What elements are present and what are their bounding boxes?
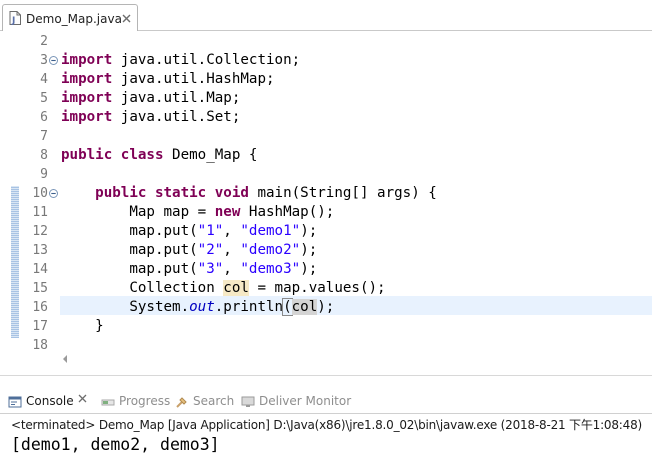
keyword: import — [61, 90, 113, 106]
code-text: HashMap(); — [240, 204, 335, 220]
code-line: public static void main(String[] args) { — [61, 184, 437, 203]
line-number: 18 — [32, 338, 48, 353]
code-line: Collection col = map.values(); — [61, 279, 386, 298]
close-icon[interactable] — [77, 393, 88, 404]
code-line: map.put("3", "demo3"); — [61, 260, 317, 279]
search-icon — [176, 397, 187, 408]
code-text: = map.values(); — [248, 280, 386, 296]
line-number: 10 — [32, 186, 48, 201]
code-line: map.put("2", "demo2"); — [61, 241, 317, 260]
line-number: 3 — [40, 53, 48, 68]
keyword: public — [95, 185, 147, 201]
line-number: 4 — [40, 72, 48, 87]
console-tab-bar: Console Progress Search Deliver Monitor — [0, 389, 652, 414]
keyword: class — [120, 147, 164, 163]
code-text: Map map = — [61, 204, 215, 220]
code-text: java.util.HashMap; — [112, 71, 275, 87]
fold-collapse-icon[interactable] — [49, 56, 58, 65]
tab-label: Console — [26, 394, 74, 408]
keyword: static — [154, 185, 207, 201]
code-line: import java.util.Set; — [61, 108, 240, 127]
tab-label: Deliver Monitor — [259, 394, 352, 408]
java-file-icon: J — [9, 11, 21, 25]
editor-tab-label: Demo_Map.java — [26, 12, 122, 26]
line-number: 12 — [32, 224, 48, 239]
keyword: public — [61, 147, 113, 163]
line-number: 17 — [32, 319, 48, 334]
static-field: out — [189, 299, 215, 315]
code-line: import java.util.Map; — [61, 89, 240, 108]
code-line: map.put("1", "demo1"); — [61, 222, 317, 241]
line-number: 16 — [32, 300, 48, 315]
svg-text:J: J — [11, 16, 15, 25]
line-number: 15 — [32, 281, 48, 296]
keyword: new — [214, 204, 241, 220]
code-text: System. — [61, 299, 190, 315]
code-text: map.put( — [61, 261, 198, 277]
code-text: ); — [300, 223, 318, 239]
line-number: 6 — [40, 110, 48, 125]
string-literal: "demo1" — [240, 223, 301, 239]
tab-label: Progress — [119, 394, 171, 408]
line-number: 8 — [40, 148, 48, 163]
code-text: java.util.Map; — [112, 90, 241, 106]
line-number: 2 — [40, 34, 48, 49]
tab-label: Search — [193, 394, 235, 408]
close-icon[interactable] — [121, 13, 132, 24]
line-number: 7 — [40, 129, 48, 144]
console-output-area[interactable]: <terminated> Demo_Map [Java Application]… — [0, 414, 652, 467]
string-literal: "demo2" — [240, 242, 301, 258]
editor-tab-bar: J Demo_Map.java — [0, 0, 652, 31]
code-text: .println — [214, 299, 284, 315]
code-text: ); — [300, 242, 318, 258]
code-text: java.util.Collection; — [112, 52, 301, 68]
line-number-ruler: 2 3 4 5 6 7 8 9 10 11 12 13 14 15 16 17 … — [0, 31, 60, 358]
occurrence-highlight: col — [223, 280, 249, 296]
code-line: public class Demo_Map { — [61, 146, 257, 165]
code-line: } — [61, 317, 104, 336]
keyword: void — [214, 185, 249, 201]
line-number: 11 — [32, 205, 48, 220]
code-text: map.put( — [61, 242, 198, 258]
string-literal: "demo3" — [240, 261, 301, 277]
line-number: 13 — [32, 243, 48, 258]
occurrence-highlight: col — [291, 299, 318, 315]
view-separator[interactable] — [0, 375, 652, 389]
code-text: ); — [300, 261, 318, 277]
line-number: 5 — [40, 91, 48, 106]
code-line: System.out.println(col); — [61, 298, 334, 317]
editor-tab-demo-map[interactable]: J Demo_Map.java — [2, 4, 138, 31]
code-text: main(String[] args) { — [248, 185, 437, 201]
line-number: 9 — [40, 167, 48, 182]
code-line: Map map = new HashMap(); — [61, 203, 334, 222]
keyword: import — [61, 109, 113, 125]
code-line: import java.util.Collection; — [61, 51, 300, 70]
code-line: import java.util.HashMap; — [61, 70, 275, 89]
code-text: map.put( — [61, 223, 198, 239]
console-status-text: <terminated> Demo_Map [Java Application]… — [11, 418, 642, 432]
deliver-monitor-icon — [241, 396, 255, 407]
code-text: java.util.Set; — [112, 109, 241, 125]
code-text: , — [223, 242, 241, 258]
code-text: ); — [317, 299, 335, 315]
scroll-left-icon[interactable] — [62, 355, 68, 363]
code-text: Collection — [61, 280, 224, 296]
code-text: , — [223, 223, 241, 239]
string-literal: "2" — [197, 242, 224, 258]
code-text: Demo_Map { — [163, 147, 258, 163]
keyword: import — [61, 71, 113, 87]
line-number: 14 — [32, 262, 48, 277]
fold-collapse-icon[interactable] — [49, 189, 58, 198]
code-text: , — [223, 261, 241, 277]
string-literal: "1" — [197, 223, 224, 239]
code-editor[interactable]: 2 3 4 5 6 7 8 9 10 11 12 13 14 15 16 17 … — [0, 31, 652, 363]
progress-icon — [101, 399, 115, 406]
string-literal: "3" — [197, 261, 224, 277]
code-text: } — [61, 318, 104, 334]
keyword: import — [61, 52, 113, 68]
console-icon — [8, 396, 22, 408]
console-output-text: [demo1, demo2, demo3] — [11, 435, 220, 454]
